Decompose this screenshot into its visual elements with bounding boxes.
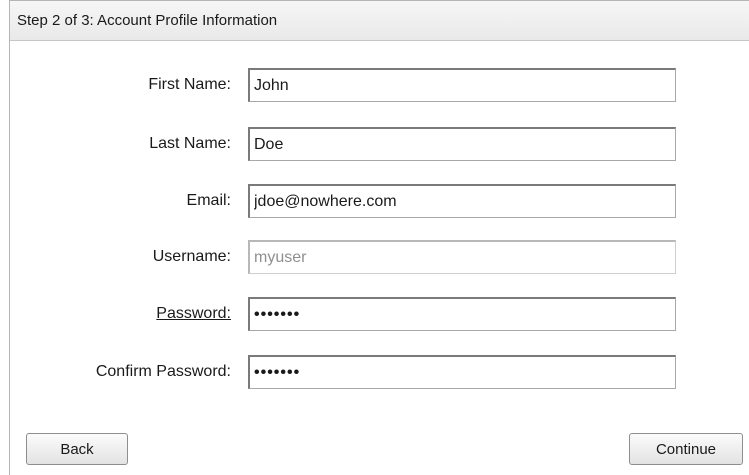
- username-label: Username:: [152, 248, 231, 265]
- password-input[interactable]: [248, 297, 676, 331]
- username-row: Username:: [10, 240, 749, 276]
- back-button[interactable]: Back: [26, 433, 128, 465]
- password-label-link[interactable]: Password:: [156, 305, 231, 323]
- password-row: Password:: [10, 297, 749, 333]
- account-profile-panel: Step 2 of 3: Account Profile Information…: [9, 0, 749, 475]
- first-name-input[interactable]: [248, 68, 676, 102]
- first-name-label: First Name:: [148, 76, 231, 93]
- first-name-row: First Name:: [10, 68, 749, 104]
- continue-button[interactable]: Continue: [629, 433, 743, 465]
- confirm-password-input[interactable]: [248, 355, 676, 389]
- email-label: Email:: [186, 192, 231, 209]
- email-row: Email:: [10, 184, 749, 220]
- email-input[interactable]: [248, 184, 676, 218]
- panel-title: Step 2 of 3: Account Profile Information: [17, 12, 278, 29]
- panel-header: Step 2 of 3: Account Profile Information: [10, 1, 749, 41]
- username-input: [248, 240, 676, 274]
- last-name-row: Last Name:: [10, 127, 749, 163]
- last-name-label: Last Name:: [149, 135, 231, 152]
- last-name-input[interactable]: [248, 127, 676, 161]
- confirm-password-label: Confirm Password:: [95, 363, 231, 380]
- confirm-password-row: Confirm Password:: [10, 355, 749, 391]
